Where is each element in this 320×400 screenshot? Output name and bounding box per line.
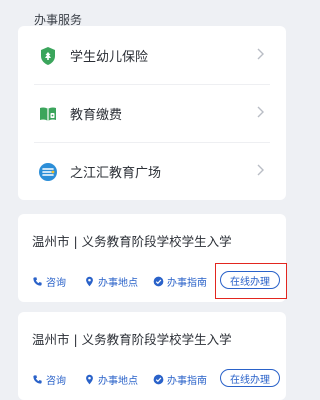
book-payment-icon bbox=[38, 104, 58, 124]
guide-label: 办事指南 bbox=[167, 376, 207, 387]
service-item-label: 之江汇教育广场 bbox=[70, 165, 162, 181]
chevron-right-icon bbox=[254, 162, 266, 178]
online-process-button[interactable]: 在线办理 bbox=[220, 369, 280, 387]
process-card: 温州市 | 义务教育阶段学校学生入学 咨询 办事地点 办事指南 在线办理 bbox=[18, 312, 286, 400]
education-square-icon bbox=[38, 162, 58, 182]
service-item-student-insurance[interactable]: 学生幼儿保险 bbox=[18, 26, 286, 84]
service-item-label: 教育缴费 bbox=[70, 107, 123, 123]
consult-label: 咨询 bbox=[46, 278, 66, 289]
check-circle-icon bbox=[153, 276, 164, 287]
consult-button[interactable]: 咨询 bbox=[32, 372, 66, 387]
location-label: 办事地点 bbox=[98, 278, 138, 289]
highlight-annotation bbox=[215, 263, 287, 299]
guide-button[interactable]: 办事指南 bbox=[153, 372, 207, 387]
service-item-education-payment[interactable]: 教育缴费 bbox=[18, 84, 286, 142]
phone-icon bbox=[33, 375, 42, 384]
location-button[interactable]: 办事地点 bbox=[84, 372, 138, 387]
check-circle-icon bbox=[153, 374, 164, 385]
location-button[interactable]: 办事地点 bbox=[84, 274, 138, 289]
insurance-shield-icon bbox=[38, 46, 58, 66]
services-card: 学生幼儿保险 教育缴费 之江汇教育广场 bbox=[18, 26, 286, 200]
location-label: 办事地点 bbox=[98, 376, 138, 387]
service-item-label: 学生幼儿保险 bbox=[70, 49, 149, 65]
service-item-zhijianghui-square[interactable]: 之江汇教育广场 bbox=[18, 142, 286, 200]
consult-label: 咨询 bbox=[46, 376, 66, 387]
location-pin-icon bbox=[86, 276, 93, 287]
phone-icon bbox=[33, 277, 42, 286]
chevron-right-icon bbox=[254, 104, 266, 120]
guide-label: 办事指南 bbox=[167, 278, 207, 289]
consult-button[interactable]: 咨询 bbox=[32, 274, 66, 289]
location-pin-icon bbox=[86, 374, 93, 385]
guide-button[interactable]: 办事指南 bbox=[153, 274, 207, 289]
process-title: 温州市 | 义务教育阶段学校学生入学 bbox=[32, 332, 232, 347]
process-title: 温州市 | 义务教育阶段学校学生入学 bbox=[32, 234, 232, 249]
chevron-right-icon bbox=[254, 46, 266, 62]
